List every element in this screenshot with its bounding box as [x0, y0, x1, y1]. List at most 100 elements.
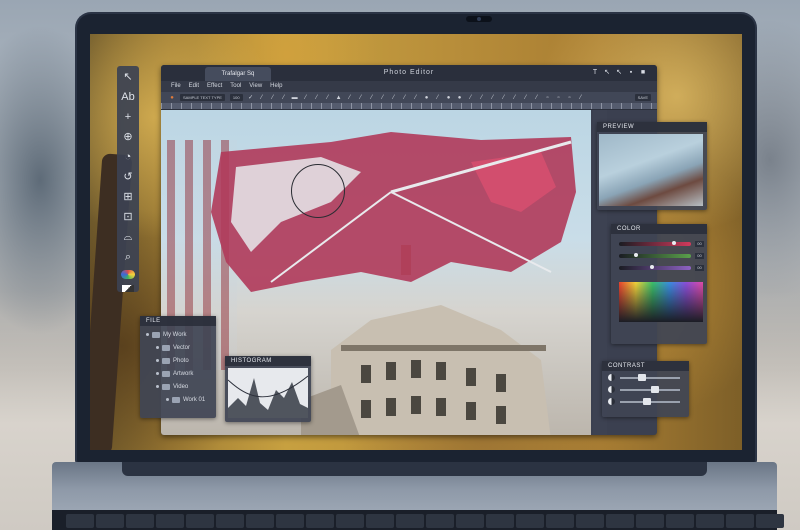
pen-tool-icon[interactable]: ⁄ — [347, 95, 353, 101]
droplet-tool-icon[interactable]: ▲ — [336, 95, 342, 101]
text-sample-field[interactable]: SAMPLE TEXT TYPE — [180, 94, 225, 101]
rotate-icon[interactable]: ↺ — [121, 170, 135, 184]
pen-tool-icon[interactable]: ⁄ — [479, 95, 485, 101]
pointer-icon[interactable]: ↖ — [603, 69, 611, 77]
pen-tool-icon[interactable]: ⁄ — [413, 95, 419, 101]
maximize-icon[interactable]: ■ — [639, 69, 647, 77]
pointer-alt-icon[interactable]: ↖ — [615, 69, 623, 77]
square-tool-icon[interactable]: ▫ — [545, 95, 551, 101]
menu-help[interactable]: Help — [270, 81, 282, 92]
pen-tool-icon[interactable]: ⁄ — [402, 95, 408, 101]
file-tree-item[interactable]: Artwork — [156, 369, 193, 378]
file-tree-item[interactable]: Photo — [156, 356, 189, 365]
color-slider[interactable] — [619, 253, 691, 258]
color-slider-value[interactable]: 00 — [695, 265, 704, 271]
crop-icon[interactable]: ⊡ — [121, 210, 135, 224]
file-tree-item[interactable]: Vector — [156, 343, 190, 352]
layers-icon[interactable]: ⊕ — [121, 130, 135, 144]
pen-tool-icon[interactable]: ⁄ — [435, 95, 441, 101]
color-dot-icon[interactable]: ● — [169, 95, 175, 101]
slider-knob[interactable] — [649, 265, 654, 269]
contrast-slider[interactable] — [620, 398, 680, 405]
pen-tool-icon[interactable]: ⁄ — [391, 95, 397, 101]
color-slider-value[interactable]: 00 — [695, 241, 704, 247]
color-slider[interactable] — [619, 241, 691, 246]
contrast-slider[interactable] — [620, 374, 680, 381]
pen-tool-icon[interactable]: ⁄ — [523, 95, 529, 101]
keyboard-key — [486, 514, 514, 528]
pen-tool-icon[interactable]: ⁄ — [534, 95, 540, 101]
drop-tool-icon[interactable]: ● — [424, 95, 430, 101]
contrast-panel-title: CONTRAST — [602, 361, 689, 371]
pen-tool-icon[interactable]: ⁄ — [468, 95, 474, 101]
size-field[interactable]: 100 — [229, 94, 243, 101]
checkmark-tool-icon[interactable]: ✓ — [248, 95, 254, 101]
slider-knob[interactable] — [672, 241, 677, 245]
keyboard-key — [426, 514, 454, 528]
bullet-icon — [156, 346, 159, 349]
slider-knob[interactable] — [643, 398, 652, 405]
save-badge[interactable]: SAVE — [634, 94, 651, 101]
pen-tool-icon[interactable]: ⁄ — [314, 95, 320, 101]
color-slider-value[interactable]: 00 — [695, 253, 704, 259]
pie-tool-icon[interactable]: ◔ — [121, 150, 135, 164]
file-tree-label: Video — [173, 383, 189, 390]
pen-tool-icon[interactable]: ⁄ — [369, 95, 375, 101]
brush-tool-icon[interactable]: ⁄ — [281, 95, 287, 101]
slider-knob[interactable] — [651, 386, 660, 393]
keyboard-key — [756, 514, 784, 528]
histogram-panel: HISTOGRAM — [225, 356, 311, 422]
swap-colors-icon[interactable] — [122, 284, 134, 292]
options-toolbar: ● SAMPLE TEXT TYPE 100 ✓ ⁄ ⁄ ⁄ ▬ ⁄ ⁄ ⁄ ▲ ⁄ ⁄ ⁄ ⁄ ⁄ ⁄ ⁄ ●… — [161, 92, 657, 103]
slider-knob[interactable] — [633, 253, 638, 257]
file-tree-item[interactable]: Video — [156, 382, 188, 391]
pen-tool-icon[interactable]: ⁄ — [578, 95, 584, 101]
keyboard-key — [96, 514, 124, 528]
zoom-icon[interactable]: ⌕ — [121, 250, 135, 264]
pen-tool-icon[interactable]: ⁄ — [501, 95, 507, 101]
menu-effect[interactable]: Effect — [207, 81, 222, 92]
file-tree-item[interactable]: Work 01 — [166, 395, 205, 404]
keyboard-key — [456, 514, 484, 528]
square-tool-icon[interactable]: ▫ — [556, 95, 562, 101]
cloud-icon[interactable]: ⌓ — [121, 230, 135, 244]
brush-tool-icon[interactable]: ⁄ — [270, 95, 276, 101]
circle-tool-icon[interactable]: ● — [457, 95, 463, 101]
preview-thumbnail — [599, 134, 703, 206]
pen-tool-icon[interactable]: ⁄ — [380, 95, 386, 101]
color-spectrum-picker[interactable] — [619, 282, 703, 322]
color-wheel-icon[interactable] — [121, 270, 135, 279]
pen-tool-icon[interactable]: ⁄ — [358, 95, 364, 101]
folder-icon — [162, 344, 170, 351]
menu-view[interactable]: View — [249, 81, 262, 92]
keyboard-key — [246, 514, 274, 528]
keyboard-key — [66, 514, 94, 528]
text-tool-icon[interactable]: Ab — [121, 90, 135, 104]
square-tool-icon[interactable]: ▫ — [567, 95, 573, 101]
brush-tool-icon[interactable]: ⁄ — [259, 95, 265, 101]
color-panel: COLOR 00 00 00 — [611, 224, 707, 344]
menu-tool[interactable]: Tool — [230, 81, 241, 92]
file-panel: FILE My Work Vector Photo Artwork Video Work … — [140, 316, 216, 418]
file-tree-item[interactable]: My Work — [146, 330, 187, 339]
circle-tool-icon[interactable]: ● — [446, 95, 452, 101]
select-arrow-icon[interactable]: ↖ — [121, 70, 135, 84]
move-tool-icon[interactable]: + — [121, 110, 135, 124]
pen-tool-icon[interactable]: ⁄ — [490, 95, 496, 101]
contrast-slider[interactable] — [620, 386, 680, 393]
pen-tool-icon[interactable]: ⁄ — [512, 95, 518, 101]
grid-icon[interactable]: ⊞ — [121, 190, 135, 204]
rectangle-tool-icon[interactable]: ▬ — [292, 95, 298, 101]
keyboard-key — [366, 514, 394, 528]
pen-tool-icon[interactable]: ⁄ — [325, 95, 331, 101]
menu-edit[interactable]: Edit — [189, 81, 199, 92]
menu-file[interactable]: File — [171, 81, 181, 92]
window-title: Photo Editor — [383, 69, 435, 76]
text-icon[interactable]: T — [591, 69, 599, 77]
minimize-icon[interactable]: ▪ — [627, 69, 635, 77]
contrast-icon — [608, 398, 615, 405]
pen-tool-icon[interactable]: ⁄ — [303, 95, 309, 101]
slider-knob[interactable] — [638, 374, 647, 381]
color-slider[interactable] — [619, 265, 691, 270]
keyboard-key — [516, 514, 544, 528]
